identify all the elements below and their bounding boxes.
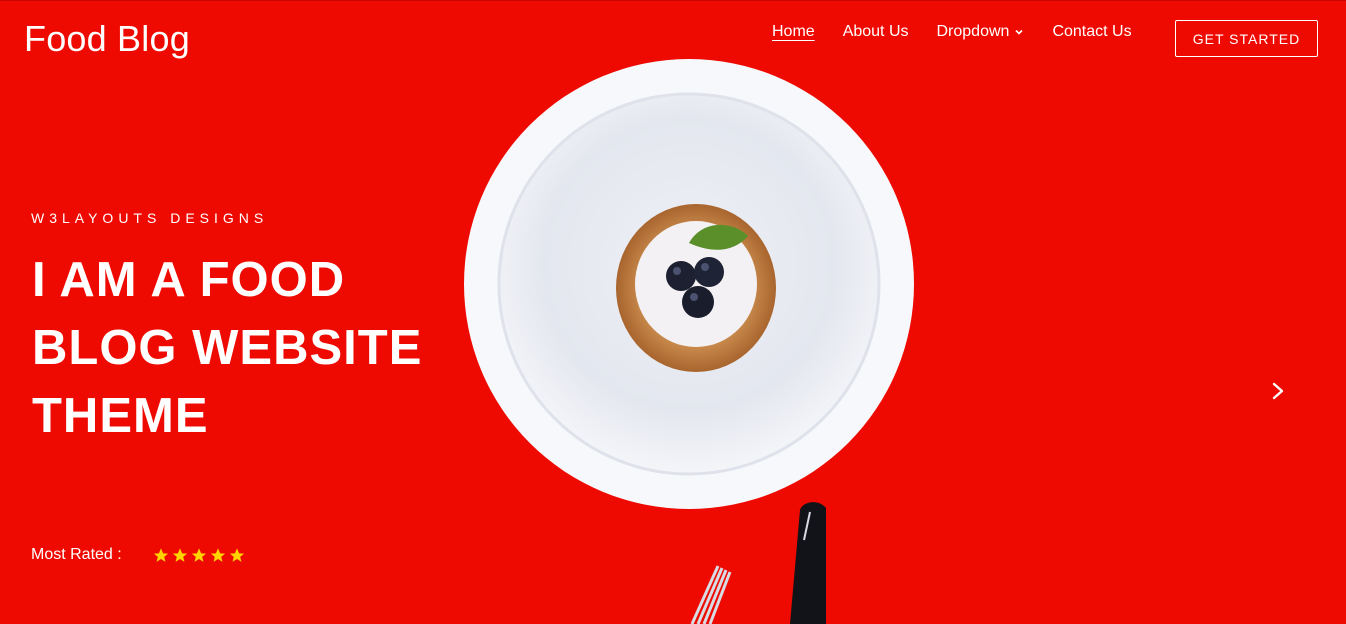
nav-item-about-us[interactable]: About Us — [843, 22, 909, 42]
nav-item-dropdown[interactable]: Dropdown — [937, 22, 1025, 42]
hero-eyebrow: W3LAYOUTS DESIGNS — [31, 210, 269, 226]
hero-headline-line: THEME — [32, 389, 209, 443]
hero-headline: I AM A FOOD BLOG WEBSITE THEME — [32, 246, 472, 450]
cutlery-image — [690, 502, 826, 624]
top-border — [0, 0, 1346, 1]
star-icon — [210, 547, 225, 562]
hero-plate-image — [464, 59, 914, 509]
site-logo[interactable]: Food Blog — [24, 18, 190, 60]
hero-headline-line: BLOG WEBSITE — [32, 321, 423, 375]
get-started-button[interactable]: GET STARTED — [1175, 20, 1318, 57]
nav-item-contact-us[interactable]: Contact Us — [1052, 22, 1131, 42]
chevron-down-icon — [1015, 29, 1024, 35]
star-icon — [172, 547, 187, 562]
star-rating — [152, 547, 247, 564]
star-icon — [191, 547, 206, 562]
nav-item-dropdown-label: Dropdown — [936, 23, 1010, 40]
star-icon — [153, 547, 168, 562]
rating-label: Most Rated : — [31, 546, 122, 563]
nav-item-home[interactable]: Home — [772, 22, 815, 42]
hero-headline-line: I AM A FOOD — [32, 253, 346, 307]
chevron-right-icon[interactable] — [1267, 380, 1289, 402]
main-nav: Home About Us Dropdown Contact Us — [772, 22, 1160, 42]
star-icon — [229, 547, 244, 562]
rating-row: Most Rated : — [31, 546, 247, 564]
